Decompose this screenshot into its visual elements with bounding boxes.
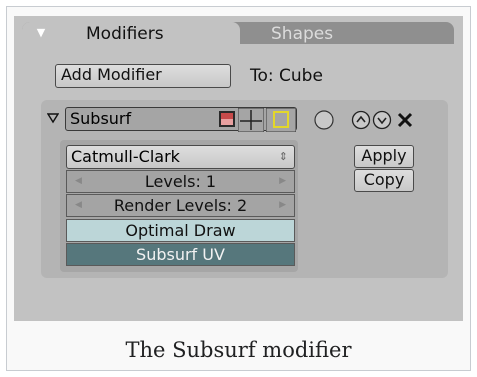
move-up-icon[interactable] [351, 110, 371, 130]
apply-button[interactable]: Apply [354, 145, 414, 168]
move-down-icon[interactable] [372, 110, 392, 130]
cage-icon[interactable] [266, 108, 296, 132]
render-levels-label: Render Levels: 2 [113, 196, 248, 215]
subdivision-type-value: Catmull-Clark [71, 147, 180, 166]
editmode-icon[interactable] [238, 108, 264, 132]
render-icon[interactable] [218, 110, 236, 128]
image-caption: The Subsurf modifier [125, 338, 352, 362]
close-icon[interactable] [397, 112, 413, 128]
optimal-draw-toggle[interactable]: Optimal Draw [66, 219, 295, 242]
decrement-arrow-icon[interactable]: ◀ [75, 171, 82, 192]
modifier-name: Subsurf [70, 109, 132, 128]
increment-arrow-icon[interactable]: ▶ [279, 195, 286, 216]
add-modifier-button[interactable]: Add Modifier [55, 64, 231, 88]
collapse-triangle-icon[interactable]: ▼ [34, 27, 48, 39]
tab-modifiers-label[interactable]: Modifiers [86, 24, 164, 44]
increment-arrow-icon[interactable]: ▶ [279, 171, 286, 192]
modifier-expand-triangle-icon[interactable] [47, 113, 59, 124]
subsurf-uv-toggle[interactable]: Subsurf UV [66, 243, 295, 266]
levels-label: Levels: 1 [144, 172, 217, 191]
levels-field[interactable]: ◀ Levels: 1 ▶ [66, 170, 295, 193]
decrement-arrow-icon[interactable]: ◀ [75, 195, 82, 216]
subdivision-type-select[interactable]: Catmull-Clark ⇕ [66, 145, 295, 169]
copy-button[interactable]: Copy [354, 169, 414, 192]
tab-shapes[interactable]: Shapes [271, 24, 333, 44]
select-arrows-icon: ⇕ [278, 150, 288, 163]
target-label: To: Cube [250, 66, 323, 86]
circle-icon[interactable] [313, 109, 335, 131]
render-levels-field[interactable]: ◀ Render Levels: 2 ▶ [66, 194, 295, 217]
